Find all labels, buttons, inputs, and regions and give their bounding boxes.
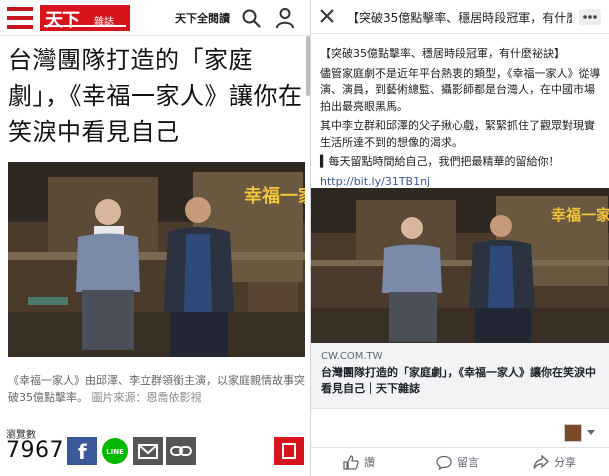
post-paragraph-1: 儘管家庭劇不是近年平台熱衷的類型，《幸福一家人》從導演、演員，到藝術總監、攝影師… [320,66,601,113]
like-icon [343,454,359,470]
copy-link-button[interactable] [166,437,196,465]
close-icon[interactable] [319,8,335,24]
full-read-link[interactable]: 天下全閱讀 [175,10,230,26]
comment-button[interactable]: 留言 [436,454,479,470]
more-icon[interactable] [578,8,602,26]
post-paragraph-2: 其中李立群和邱澤的父子揪心戲，緊緊抓住了觀眾對現實生活所達不到的想像的渴求。 [320,119,595,149]
preview-poster-title: 幸福一家人 [551,206,609,224]
facebook-icon: f [78,440,87,464]
line-share-button[interactable]: LINE [100,437,130,465]
facebook-pane: 【突破35億點擊率、穩居時段冠軍，有什麼祕訣】 【突破35億點擊率、穩居時段冠軍… [311,0,609,476]
link-preview-photo[interactable]: 幸福一家人 [311,188,609,343]
action-bar: 讚 留言 分享 [311,447,609,476]
line-label: LINE [106,448,124,456]
line-icon: LINE [102,438,128,464]
article-headline: 台灣團隊打造的「家庭劇」，《幸福一家人》讓你在笑淚中看見自己 [8,46,303,146]
search-icon[interactable] [241,8,261,28]
mail-share-button[interactable] [133,437,163,465]
facebook-header: 【突破35億點擊率、穩居時段冠軍，有什麼祕訣】 [311,0,609,34]
chevron-down-icon[interactable] [587,430,595,435]
article-pane: 天下 雜誌 天下全閱讀 台灣團隊打造的「家庭劇」，《幸福一家人》讓你在笑淚中看見… [0,0,310,476]
post-paragraph-3: ▍每天留點時間給自己，我們把最精華的留給你！ [320,155,560,168]
preview-domain: CW.COM.TW [321,351,383,362]
like-label: 讚 [364,456,375,469]
bookmark-button[interactable] [274,437,304,465]
poster-title: 幸福一家人 [244,185,305,207]
site-logo[interactable]: 天下 雜誌 [40,5,130,31]
preview-title: 台灣團隊打造的「家庭劇」，《幸福一家人》讓你在笑淚中看見自己｜天下雜誌 [321,366,596,395]
views-count: 7967 [6,438,64,463]
share-label: 分享 [554,456,576,469]
share-button[interactable]: 分享 [533,454,576,470]
site-header: 天下 雜誌 天下全閱讀 [0,0,310,36]
comment-icon [436,455,452,470]
link-preview[interactable]: CW.COM.TW 台灣團隊打造的「家庭劇」，《幸福一家人》讓你在笑淚中看見自己… [311,343,609,409]
caption-credit: 圖片來源：恩喬依影視 [91,391,202,404]
comment-label: 留言 [457,456,479,469]
facebook-share-button[interactable]: f [67,437,97,465]
like-button[interactable]: 讚 [343,454,375,470]
reaction-avatar[interactable] [564,424,582,442]
hamburger-icon[interactable] [7,7,33,29]
link-icon [170,446,192,456]
post-text: 【突破35億點擊率、穩居時段冠軍，有什麼祕訣】 儘管家庭劇不是近年平台熱衷的類型… [320,46,602,193]
bookmark-icon [282,443,296,459]
logo-main-text: 天下 [45,10,80,31]
mail-icon [138,444,158,459]
user-icon[interactable] [275,7,295,29]
post-title-bar: 【突破35億點擊率、穩居時段冠軍，有什麼祕訣】 [347,11,572,25]
svg-text:f: f [78,440,87,464]
share-icon [533,454,549,469]
post-link[interactable]: http://bit.ly/31TB1nj [320,175,430,188]
article-photo: 幸福一家人 [8,162,305,357]
post-heading: 【突破35億點擊率、穩居時段冠軍，有什麼祕訣】 [320,47,565,60]
photo-caption: 《幸福一家人》由邱澤、李立群領銜主演，以家庭親情故事突破35億點擊率。 圖片來源… [8,372,305,406]
